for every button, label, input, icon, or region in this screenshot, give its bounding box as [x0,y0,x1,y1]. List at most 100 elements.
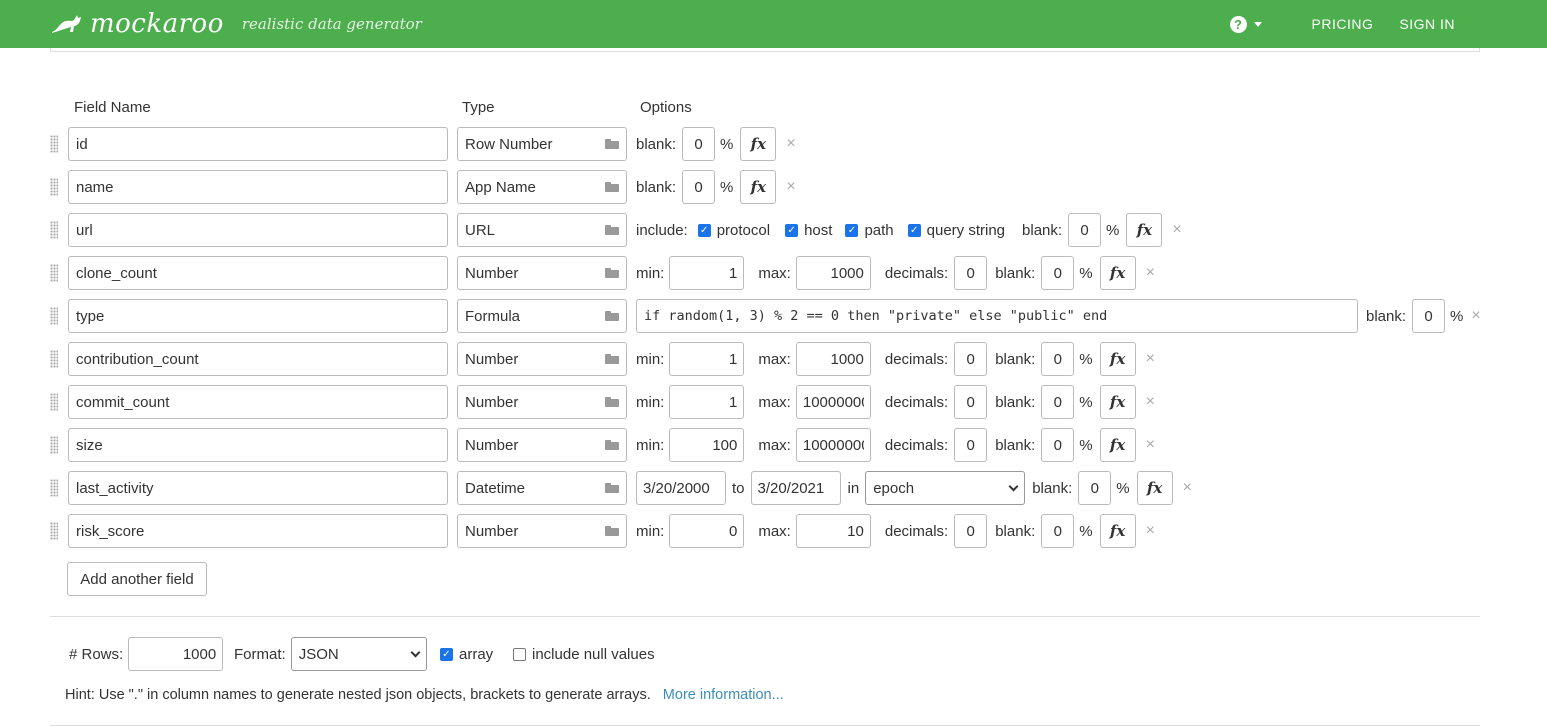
delete-field-icon[interactable]: × [1146,522,1155,540]
nav-pricing[interactable]: PRICING [1312,16,1374,32]
fx-button[interactable]: fx [740,127,777,161]
field-name-input[interactable] [68,342,448,376]
max-input[interactable] [795,342,871,376]
delete-field-icon[interactable]: × [786,178,795,196]
delete-field-icon[interactable]: × [1146,393,1155,411]
field-name-input[interactable] [68,256,448,290]
type-selector[interactable]: Number [457,385,627,419]
delete-field-icon[interactable]: × [1172,221,1181,239]
type-selector[interactable]: Datetime [457,471,627,505]
max-input[interactable] [795,514,871,548]
blank-input[interactable] [1068,213,1102,247]
delete-field-icon[interactable]: × [1146,436,1155,454]
drag-handle-icon[interactable] [50,436,58,454]
type-label: Number [465,522,519,540]
include-null-checkbox[interactable]: include null values [513,637,655,671]
field-name-input[interactable] [68,299,448,333]
logo[interactable]: mockaroo realistic data generator [50,8,422,40]
more-information-link[interactable]: More information... [663,687,784,703]
min-input[interactable] [669,514,745,548]
decimals-input[interactable] [954,256,988,290]
type-selector[interactable]: App Name [457,170,627,204]
type-selector[interactable]: URL [457,213,627,247]
type-selector[interactable]: Row Number [457,127,627,161]
drag-handle-icon[interactable] [50,479,58,497]
fx-button[interactable]: fx [1099,342,1136,376]
add-field-button[interactable]: Add another field [67,562,207,596]
nav-sign-in[interactable]: SIGN IN [1399,16,1455,32]
blank-input[interactable] [682,127,716,161]
decimals-input[interactable] [954,514,988,548]
field-name-input[interactable] [68,170,448,204]
field-name-input[interactable] [68,514,448,548]
decimals-input[interactable] [954,342,988,376]
min-label: min: [636,350,665,368]
drag-handle-icon[interactable] [50,135,58,153]
decimals-input[interactable] [954,385,988,419]
protocol-checkbox[interactable]: ✓ protocol [697,222,770,239]
drag-handle-icon[interactable] [50,264,58,282]
folder-icon [605,354,619,364]
options: blank: % × [636,298,1481,334]
fx-button[interactable]: fx [1099,428,1136,462]
type-selector[interactable]: Number [457,514,627,548]
fx-button[interactable]: fx [1099,256,1136,290]
delete-field-icon[interactable]: × [786,135,795,153]
type-selector[interactable]: Formula [457,299,627,333]
blank-input[interactable] [1078,471,1112,505]
delete-field-icon[interactable]: × [1146,264,1155,282]
formula-input[interactable] [636,299,1358,333]
drag-handle-icon[interactable] [50,350,58,368]
datetime-format-select[interactable]: epoch [865,471,1026,505]
folder-icon [605,311,619,321]
decimals-input[interactable] [954,428,988,462]
delete-field-icon[interactable]: × [1471,307,1480,325]
fx-button[interactable]: fx [1099,385,1136,419]
delete-field-icon[interactable]: × [1146,350,1155,368]
type-selector[interactable]: Number [457,342,627,376]
blank-input[interactable] [682,170,716,204]
drag-handle-icon[interactable] [50,522,58,540]
min-input[interactable] [669,342,745,376]
blank-input[interactable] [1041,385,1075,419]
drag-handle-icon[interactable] [50,221,58,239]
min-input[interactable] [669,256,745,290]
type-selector[interactable]: Number [457,256,627,290]
drag-handle-icon[interactable] [50,307,58,325]
path-checkbox[interactable]: ✓ path [845,222,894,239]
blank-input[interactable] [1041,342,1075,376]
format-select[interactable]: JSON [290,637,427,671]
max-input[interactable] [795,256,871,290]
percent-label: % [1079,393,1093,411]
query-string-checkbox[interactable]: ✓ query string [907,221,1006,239]
field-name-input[interactable] [68,213,448,247]
max-input[interactable] [795,385,871,419]
blank-input[interactable] [1041,256,1075,290]
field-name-input[interactable] [68,428,448,462]
date-from-input[interactable] [636,471,726,505]
blank-input[interactable] [1041,514,1075,548]
fx-button[interactable]: fx [1136,471,1173,505]
host-checkbox[interactable]: ✓ host [785,222,832,239]
min-label: min: [636,264,665,282]
type-selector[interactable]: Number [457,428,627,462]
max-input[interactable] [795,428,871,462]
help-menu[interactable]: ? [1229,15,1262,33]
date-to-input[interactable] [750,471,841,505]
fx-button[interactable]: fx [1126,213,1163,247]
blank-input[interactable] [1041,428,1075,462]
delete-field-icon[interactable]: × [1183,479,1192,497]
blank-input[interactable] [1412,299,1446,333]
rows-input[interactable] [128,637,224,671]
min-input[interactable] [669,385,745,419]
field-name-input[interactable] [68,471,448,505]
drag-handle-icon[interactable] [50,178,58,196]
fx-button[interactable]: fx [1099,514,1136,548]
drag-handle-icon[interactable] [50,393,58,411]
field-name-input[interactable] [68,385,448,419]
checkbox-label: query string [926,221,1006,239]
min-input[interactable] [669,428,745,462]
field-name-input[interactable] [68,127,448,161]
array-checkbox[interactable]: ✓ array [440,637,493,671]
fx-button[interactable]: fx [740,170,777,204]
